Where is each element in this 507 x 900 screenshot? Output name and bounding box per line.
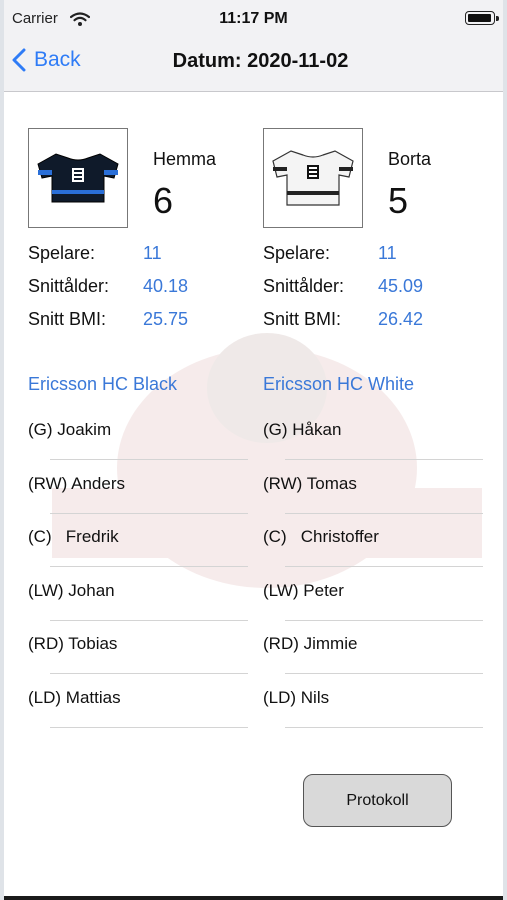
stat-label: Spelare: (28, 243, 96, 263)
stat-label: Snittålder: (28, 276, 110, 296)
navigation-bar: Back Datum: 2020-11-02 (4, 36, 503, 92)
battery-icon (465, 11, 499, 25)
stat-value: 25.75 (143, 309, 189, 329)
player-name: (LD) Mattias (28, 687, 121, 707)
away-stats: Spelare: 11 Snittålder: 45.09 Snitt BMI:… (263, 243, 473, 342)
home-stats: Spelare: 11 Snittålder: 40.18 Snitt BMI:… (28, 243, 238, 342)
player-name: (LW) Peter (263, 580, 344, 600)
stat-label: Snitt BMI: (263, 309, 342, 329)
stat-row-average-age: Snittålder: 45.09 (263, 276, 473, 309)
list-item[interactable]: (RW) Tomas (263, 474, 483, 528)
away-player-list: (G) Håkan (RW) Tomas (C) Christoffer (LW… (263, 420, 483, 741)
away-label: Borta (388, 149, 432, 169)
stat-label: Spelare: (263, 243, 331, 263)
home-label: Hemma (153, 149, 217, 169)
divider (285, 673, 483, 674)
divider (50, 566, 248, 567)
list-item[interactable]: (LD) Nils (263, 688, 483, 742)
stat-value: 11 (378, 243, 397, 263)
stat-row-average-bmi: Snitt BMI: 25.75 (28, 309, 238, 342)
player-name: (RD) Tobias (28, 634, 118, 653)
player-name: (G) Håkan (263, 420, 342, 439)
player-name: (RW) Anders (28, 473, 125, 493)
list-item[interactable]: (LW) Johan (28, 581, 248, 635)
divider (50, 619, 248, 621)
player-name: (LD) Nils (263, 687, 330, 707)
list-item[interactable]: (G) Håkan (263, 420, 483, 474)
status-time: 11:17 PM (219, 10, 288, 27)
divider (285, 459, 483, 460)
home-score: 6 (153, 180, 174, 221)
divider (50, 673, 248, 674)
list-item[interactable]: (C) Christoffer (263, 527, 483, 581)
page-title: Datum: 2020-11-02 (172, 50, 349, 72)
bottom-edge (4, 896, 503, 900)
black-hockey-jersey-icon (37, 153, 119, 203)
player-name: (RW) Tomas (263, 473, 357, 493)
protokoll-button[interactable]: Protokoll (303, 774, 452, 827)
stat-label: Snitt BMI: (28, 309, 107, 329)
white-hockey-jersey-icon (272, 150, 354, 206)
stat-row-average-age: Snittålder: 40.18 (28, 276, 238, 309)
divider (285, 726, 483, 728)
stat-value: 26.42 (378, 309, 424, 329)
home-jersey-image (28, 128, 128, 228)
stat-row-average-bmi: Snitt BMI: 26.42 (263, 309, 473, 342)
home-team-name: Ericsson HC Black (28, 374, 178, 394)
list-item[interactable]: (LD) Mattias (28, 688, 248, 742)
player-name: (C) Christoffer (263, 527, 379, 546)
stat-row-players: Spelare: 11 (263, 243, 473, 276)
stat-value: 11 (143, 243, 162, 263)
stat-value: 40.18 (143, 276, 189, 296)
list-item[interactable]: (RD) Jimmie (263, 634, 483, 688)
list-item[interactable]: (C) Fredrik (28, 527, 248, 581)
divider (50, 726, 248, 728)
divider (285, 566, 483, 567)
divider (285, 619, 483, 621)
divider (50, 512, 248, 514)
away-team-name: Ericsson HC White (263, 374, 415, 394)
player-name: (C) Fredrik (28, 527, 119, 546)
divider (285, 512, 483, 514)
player-name: (G) Joakim (28, 420, 112, 439)
stat-label: Snittålder: (263, 276, 345, 296)
away-score: 5 (388, 180, 409, 221)
status-bar: Carrier 11:17 PM (4, 0, 503, 36)
app-screen: Carrier 11:17 PM Back Datum: 2020-11-02 (4, 0, 503, 900)
home-player-list: (G) Joakim (RW) Anders (C) Fredrik (LW) … (28, 420, 248, 741)
list-item[interactable]: (RW) Anders (28, 474, 248, 528)
list-item[interactable]: (LW) Peter (263, 581, 483, 635)
stat-row-players: Spelare: 11 (28, 243, 238, 276)
player-name: (LW) Johan (28, 580, 115, 600)
divider (50, 459, 248, 460)
stat-value: 45.09 (378, 276, 424, 296)
list-item[interactable]: (RD) Tobias (28, 634, 248, 688)
list-item[interactable]: (G) Joakim (28, 420, 248, 474)
player-name: (RD) Jimmie (263, 634, 358, 653)
away-jersey-image (263, 128, 363, 228)
